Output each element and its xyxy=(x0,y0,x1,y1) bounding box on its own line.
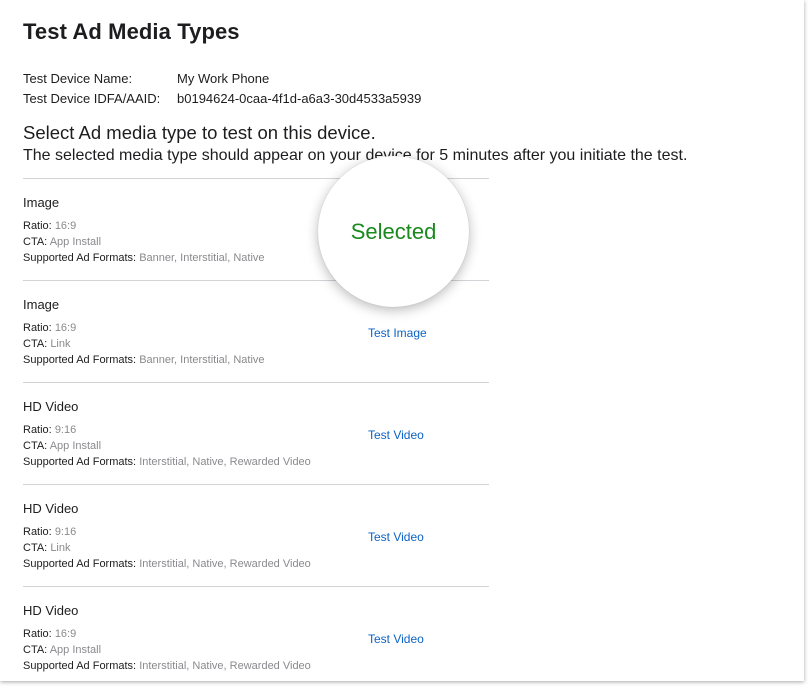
cta-label: CTA: xyxy=(23,644,48,656)
test-image-link[interactable]: Test Image xyxy=(368,326,427,340)
formats-value: Interstitial, Native, Rewarded Video xyxy=(139,660,311,672)
ratio-row: Ratio: 9:16 xyxy=(23,424,76,436)
device-name-value: My Work Phone xyxy=(177,71,270,86)
cta-value: Link xyxy=(50,542,71,554)
instructions-heading: Select Ad media type to test on this dev… xyxy=(23,122,376,143)
formats-value: Banner, Interstitial, Native xyxy=(139,354,265,366)
instructions-subtext: The selected media type should appear on… xyxy=(23,147,688,164)
page-frame: Test Ad Media Types Test Device Name: My … xyxy=(0,0,804,681)
ratio-value: 16:9 xyxy=(54,220,77,232)
media-type-item: HD Video Ratio: 9:16 CTA: App Install Su… xyxy=(23,382,489,484)
formats-row: Supported Ad Formats: Banner, Interstiti… xyxy=(23,252,265,264)
cta-row: CTA: Link xyxy=(23,542,71,554)
ratio-label: Ratio: xyxy=(23,628,52,640)
formats-row: Supported Ad Formats: Banner, Interstiti… xyxy=(23,354,265,366)
device-id-label: Test Device IDFA/AAID: xyxy=(23,91,161,106)
cta-value: App Install xyxy=(49,236,102,248)
formats-row: Supported Ad Formats: Interstitial, Nati… xyxy=(23,660,311,672)
cta-value: App Install xyxy=(49,440,102,452)
cta-row: CTA: App Install xyxy=(23,236,101,248)
ratio-value: 16:9 xyxy=(54,322,77,334)
test-video-link[interactable]: Test Video xyxy=(368,530,424,544)
formats-value: Interstitial, Native, Rewarded Video xyxy=(139,456,311,468)
ratio-value: 9:16 xyxy=(54,526,77,538)
formats-label: Supported Ad Formats: xyxy=(23,660,137,672)
selected-badge: Selected xyxy=(350,218,437,244)
test-video-link[interactable]: Test Video xyxy=(368,428,424,442)
cta-label: CTA: xyxy=(23,542,48,554)
ratio-row: Ratio: 9:16 xyxy=(23,526,76,538)
ratio-row: Ratio: 16:9 xyxy=(23,322,76,334)
device-name-label: Test Device Name: xyxy=(23,71,133,86)
device-name-row: Test Device Name: My Work Phone xyxy=(23,71,269,86)
media-type-name: HD Video xyxy=(23,603,79,618)
cta-label: CTA: xyxy=(23,338,48,350)
ratio-label: Ratio: xyxy=(23,322,52,334)
cta-value: Link xyxy=(50,338,71,350)
ratio-row: Ratio: 16:9 xyxy=(23,220,76,232)
media-type-name: HD Video xyxy=(23,399,79,414)
cta-label: CTA: xyxy=(23,236,48,248)
formats-label: Supported Ad Formats: xyxy=(23,252,137,264)
formats-value: Banner, Interstitial, Native xyxy=(139,252,265,264)
formats-value: Interstitial, Native, Rewarded Video xyxy=(139,558,311,570)
formats-row: Supported Ad Formats: Interstitial, Nati… xyxy=(23,558,311,570)
formats-label: Supported Ad Formats: xyxy=(23,456,137,468)
formats-row: Supported Ad Formats: Interstitial, Nati… xyxy=(23,456,311,468)
cta-row: CTA: App Install xyxy=(23,644,101,656)
ratio-label: Ratio: xyxy=(23,526,52,538)
cta-value: App Install xyxy=(49,644,102,656)
test-video-link[interactable]: Test Video xyxy=(368,632,424,646)
media-type-item: HD Video Ratio: 16:9 CTA: App Install Su… xyxy=(23,586,489,681)
device-id-value: b0194624-0caa-4f1d-a6a3-30d4533a5939 xyxy=(177,91,422,106)
ratio-row: Ratio: 16:9 xyxy=(23,628,76,640)
cta-row: CTA: Link xyxy=(23,338,71,350)
cta-row: CTA: App Install xyxy=(23,440,101,452)
cta-label: CTA: xyxy=(23,440,48,452)
ratio-value: 16:9 xyxy=(54,628,77,640)
media-type-name: Image xyxy=(23,195,60,210)
ratio-label: Ratio: xyxy=(23,220,52,232)
formats-label: Supported Ad Formats: xyxy=(23,354,137,366)
device-id-row: Test Device IDFA/AAID: b0194624-0caa-4f1d… xyxy=(23,91,421,106)
media-type-name: Image xyxy=(23,297,60,312)
ratio-value: 9:16 xyxy=(54,424,77,436)
media-type-item: HD Video Ratio: 9:16 CTA: Link Supported… xyxy=(23,484,489,586)
page-title: Test Ad Media Types xyxy=(23,19,240,44)
formats-label: Supported Ad Formats: xyxy=(23,558,137,570)
selected-callout: Selected xyxy=(318,156,469,307)
ratio-label: Ratio: xyxy=(23,424,52,436)
media-type-name: HD Video xyxy=(23,501,79,516)
